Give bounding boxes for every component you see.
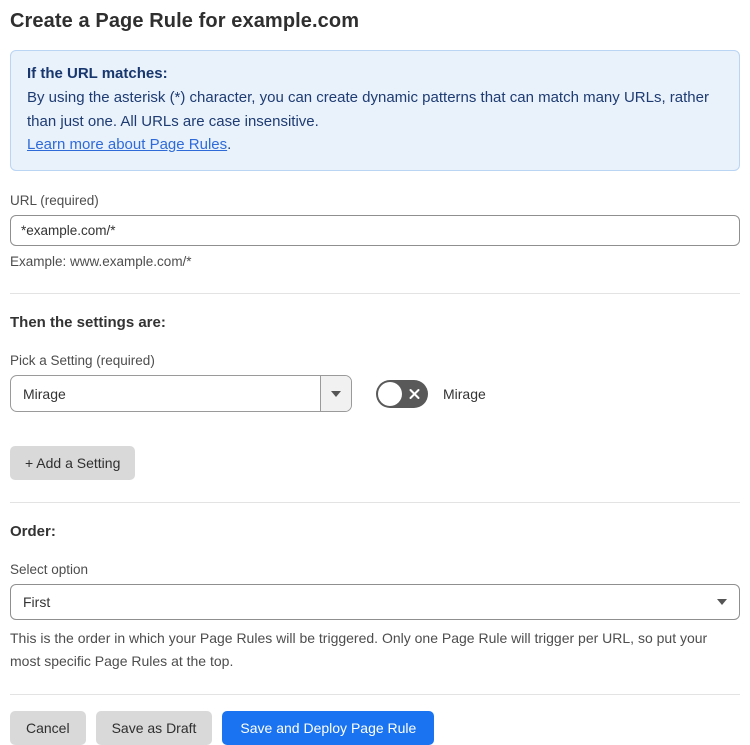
setting-select-caret-button[interactable] <box>320 376 351 412</box>
setting-select[interactable]: Mirage <box>10 375 352 413</box>
divider <box>10 293 740 295</box>
info-box-heading: If the URL matches: <box>27 65 168 82</box>
url-field-label: URL (required) <box>10 192 99 208</box>
info-box-link-line: Learn more about Page Rules. <box>27 133 723 156</box>
order-select[interactable]: First <box>10 584 740 621</box>
url-example-helper: Example: www.example.com/* <box>10 253 192 269</box>
add-setting-button[interactable]: + Add a Setting <box>10 446 136 481</box>
save-and-deploy-button[interactable]: Save and Deploy Page Rule <box>222 710 435 745</box>
setting-row: Mirage Mirage <box>10 375 740 413</box>
page-title: Create a Page Rule for example.com <box>10 10 360 32</box>
setting-select-value: Mirage <box>23 385 66 402</box>
toggle-knob <box>378 381 402 406</box>
info-box-body: By using the asterisk (*) character, you… <box>27 89 709 130</box>
order-section-heading: Order: <box>10 523 56 541</box>
pick-setting-label: Pick a Setting (required) <box>10 353 155 369</box>
url-input[interactable] <box>10 214 740 246</box>
save-as-draft-button[interactable]: Save as Draft <box>95 710 213 745</box>
x-icon <box>408 387 421 400</box>
link-suffix: . <box>227 136 232 154</box>
mirage-toggle[interactable] <box>376 379 428 408</box>
chevron-down-icon <box>717 599 727 606</box>
chevron-down-icon <box>331 390 341 397</box>
toggle-label: Mirage <box>443 385 486 402</box>
order-helper-text: This is the order in which your Page Rul… <box>10 630 708 669</box>
order-select-value: First <box>23 594 51 611</box>
cancel-button[interactable]: Cancel <box>10 710 86 745</box>
divider <box>10 693 740 695</box>
learn-more-link[interactable]: Learn more about Page Rules <box>27 136 227 153</box>
footer-actions: Cancel Save as Draft Save and Deploy Pag… <box>10 710 740 745</box>
url-match-info-box: If the URL matches: By using the asteris… <box>10 50 740 171</box>
order-select-label: Select option <box>10 562 89 578</box>
settings-section-heading: Then the settings are: <box>10 314 166 332</box>
divider <box>10 502 740 504</box>
